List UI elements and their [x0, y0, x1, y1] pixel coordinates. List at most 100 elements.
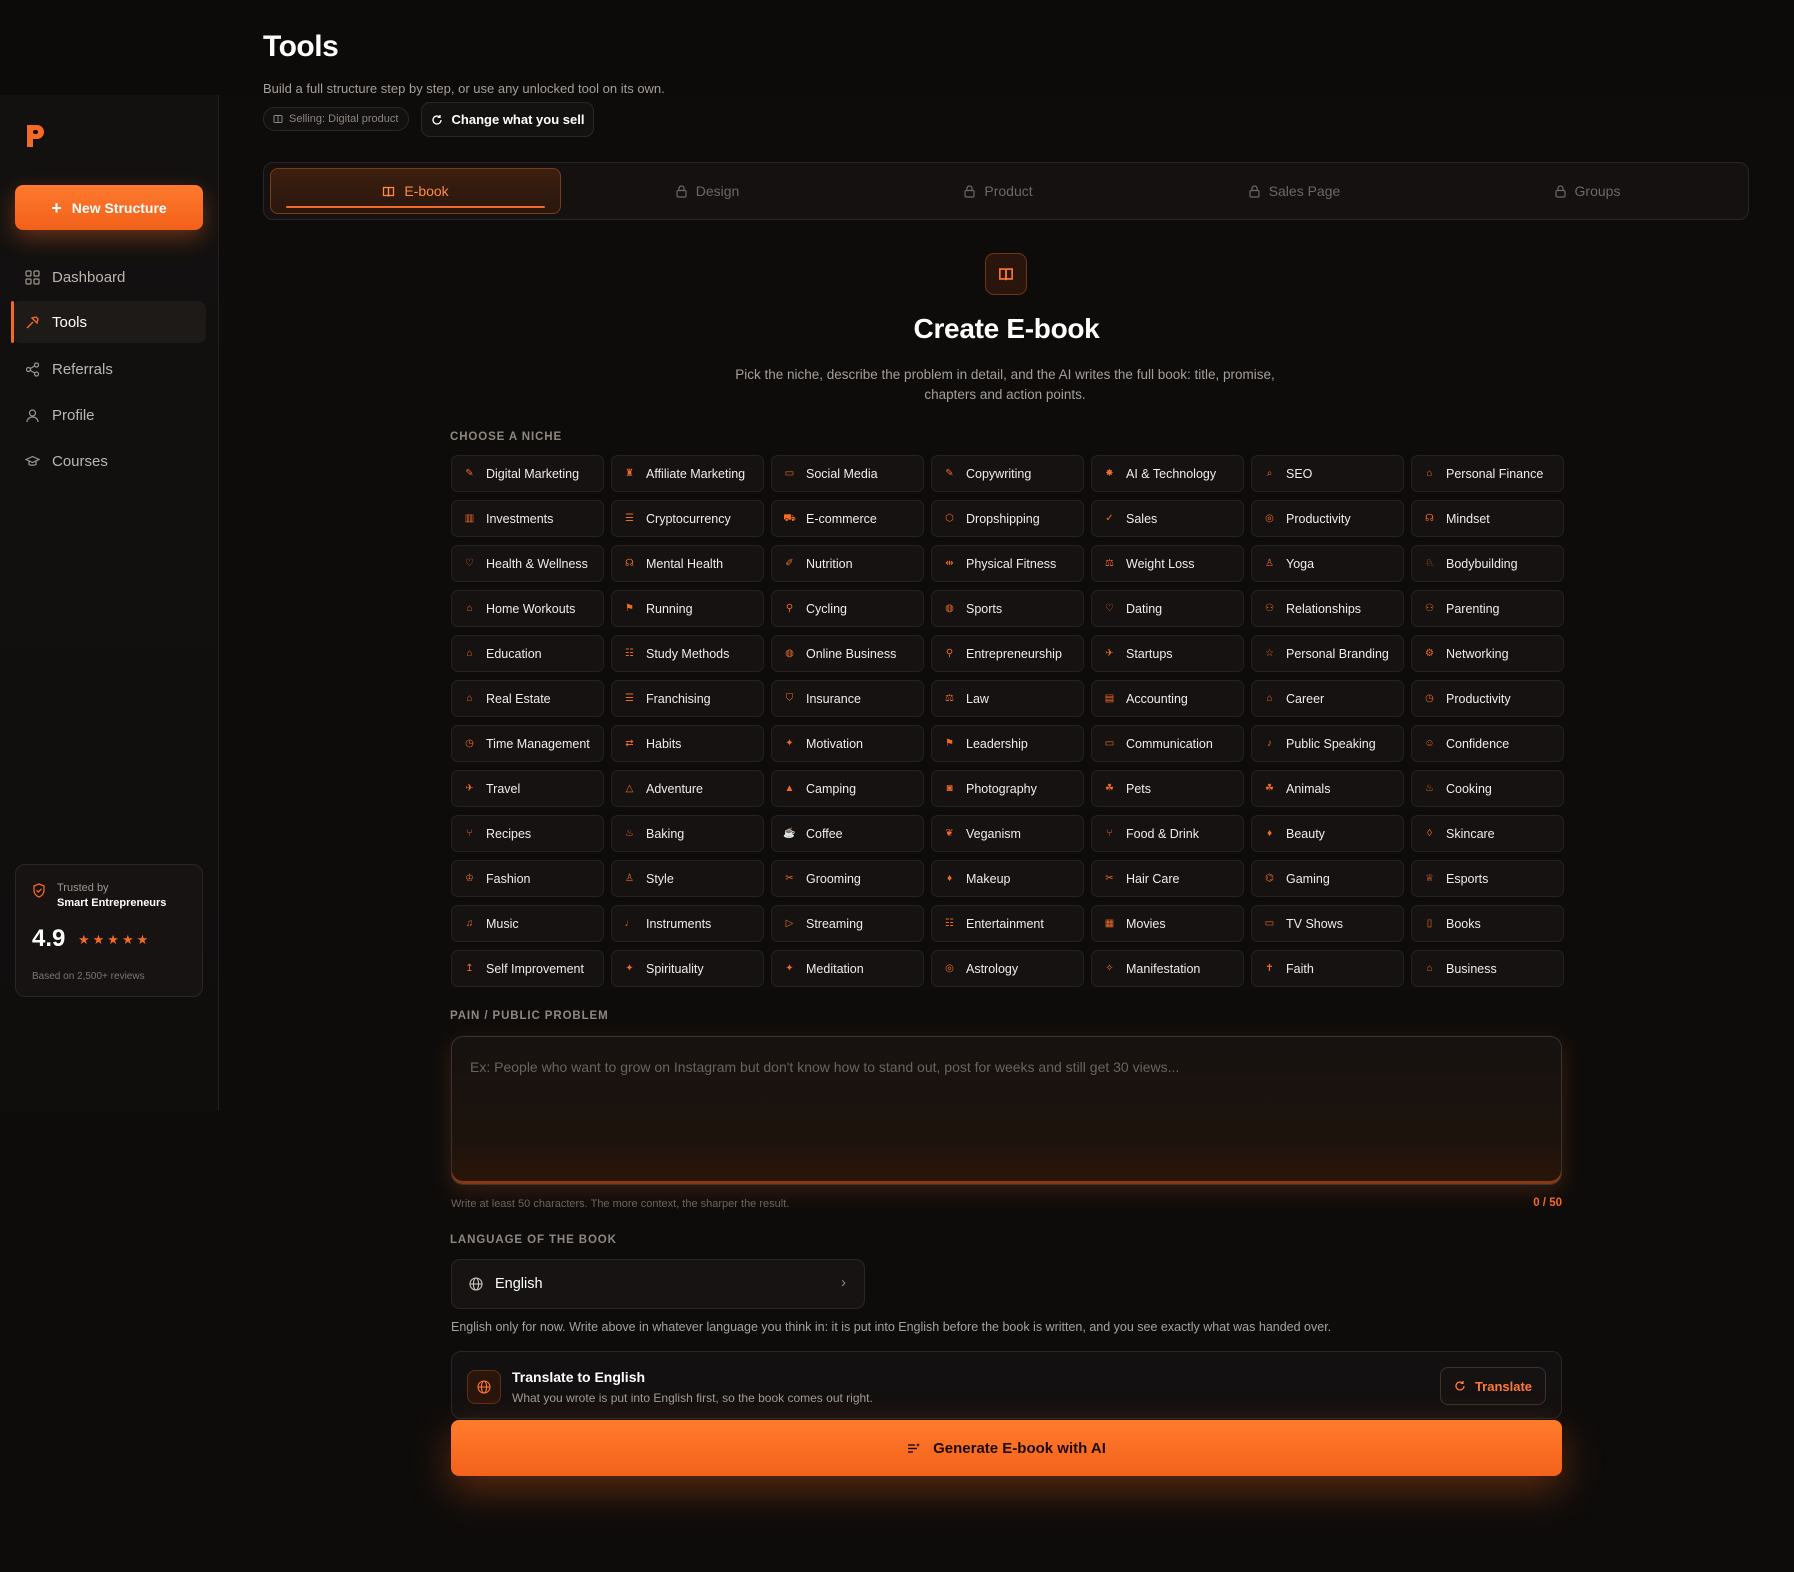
- niche-chip[interactable]: ✂ Hair Care: [1091, 860, 1244, 897]
- niche-chip[interactable]: ☰ Cryptocurrency: [611, 500, 764, 537]
- niche-chip[interactable]: ✎ Copywriting: [931, 455, 1084, 492]
- niche-chip[interactable]: ▥ Investments: [451, 500, 604, 537]
- niche-chip[interactable]: ♜ Affiliate Marketing: [611, 455, 764, 492]
- niche-chip[interactable]: ⌂ Career: [1251, 680, 1404, 717]
- niche-chip[interactable]: ⚑ Running: [611, 590, 764, 627]
- niche-chip[interactable]: ◊ Skincare: [1411, 815, 1564, 852]
- niche-chip[interactable]: ◷ Time Management: [451, 725, 604, 762]
- niche-chip[interactable]: ⚙ Networking: [1411, 635, 1564, 672]
- niche-chip[interactable]: ▤ Accounting: [1091, 680, 1244, 717]
- niche-chip[interactable]: ↥ Self Improvement: [451, 950, 604, 987]
- niche-chip[interactable]: ▦ Movies: [1091, 905, 1244, 942]
- niche-chip[interactable]: ◎ Astrology: [931, 950, 1084, 987]
- niche-chip[interactable]: ✦ Motivation: [771, 725, 924, 762]
- niche-chip[interactable]: ⬡ Dropshipping: [931, 500, 1084, 537]
- niche-chip[interactable]: ☘ Pets: [1091, 770, 1244, 807]
- logo[interactable]: [24, 123, 48, 149]
- language-select[interactable]: English ›: [451, 1259, 865, 1309]
- niche-chip[interactable]: ♡ Health & Wellness: [451, 545, 604, 582]
- niche-chip[interactable]: ⛟ E-commerce: [771, 500, 924, 537]
- niche-chip[interactable]: ☷ Entertainment: [931, 905, 1084, 942]
- niche-chip[interactable]: ♦ Beauty: [1251, 815, 1404, 852]
- change-what-you-sell-button[interactable]: Change what you sell: [421, 102, 594, 137]
- niche-chip[interactable]: ⑂ Recipes: [451, 815, 604, 852]
- niche-chip[interactable]: ✝ Faith: [1251, 950, 1404, 987]
- tab-sales-page[interactable]: Sales Page: [1149, 168, 1440, 214]
- niche-chip[interactable]: ⌕ SEO: [1251, 455, 1404, 492]
- niche-chip[interactable]: ◎ Productivity: [1251, 500, 1404, 537]
- niche-chip[interactable]: ♔ Fashion: [451, 860, 604, 897]
- niche-chip[interactable]: ♨ Cooking: [1411, 770, 1564, 807]
- sidebar-item-dashboard[interactable]: Dashboard: [12, 256, 206, 298]
- niche-chip[interactable]: ⌂ Real Estate: [451, 680, 604, 717]
- generate-ebook-button[interactable]: Generate E-book with AI: [451, 1420, 1562, 1476]
- niche-chip[interactable]: ✸ AI & Technology: [1091, 455, 1244, 492]
- sidebar-item-courses[interactable]: Courses: [12, 440, 206, 482]
- tab-groups[interactable]: Groups: [1442, 168, 1733, 214]
- niche-chip[interactable]: ⑂ Food & Drink: [1091, 815, 1244, 852]
- niche-chip[interactable]: ✧ Manifestation: [1091, 950, 1244, 987]
- niche-chip[interactable]: ♪ Public Speaking: [1251, 725, 1404, 762]
- niche-chip[interactable]: ♫ Music: [451, 905, 604, 942]
- niche-chip[interactable]: ♩ Instruments: [611, 905, 764, 942]
- tab-ebook[interactable]: E-book: [270, 168, 561, 214]
- niche-chip[interactable]: ⇹ Physical Fitness: [931, 545, 1084, 582]
- niche-chip[interactable]: ⌂ Business: [1411, 950, 1564, 987]
- niche-chip[interactable]: ⚖ Weight Loss: [1091, 545, 1244, 582]
- niche-chip[interactable]: ⌂ Education: [451, 635, 604, 672]
- niche-chip[interactable]: ⇄ Habits: [611, 725, 764, 762]
- niche-chip[interactable]: ☰ Franchising: [611, 680, 764, 717]
- niche-chip[interactable]: ⚑ Leadership: [931, 725, 1084, 762]
- niche-chip[interactable]: ⚇ Relationships: [1251, 590, 1404, 627]
- niche-chip[interactable]: ◍ Online Business: [771, 635, 924, 672]
- niche-chip[interactable]: ♨ Baking: [611, 815, 764, 852]
- translate-button[interactable]: Translate: [1440, 1367, 1546, 1405]
- niche-chip[interactable]: ♙ Yoga: [1251, 545, 1404, 582]
- niche-chip[interactable]: ⚲ Entrepreneurship: [931, 635, 1084, 672]
- niche-chip[interactable]: ☘ Animals: [1251, 770, 1404, 807]
- niche-chip[interactable]: ♘ Bodybuilding: [1411, 545, 1564, 582]
- tab-product[interactable]: Product: [853, 168, 1144, 214]
- niche-chip[interactable]: ▭ TV Shows: [1251, 905, 1404, 942]
- problem-textarea[interactable]: Ex: People who want to grow on Instagram…: [451, 1036, 1562, 1185]
- niche-chip[interactable]: ◙ Photography: [931, 770, 1084, 807]
- niche-chip[interactable]: △ Adventure: [611, 770, 764, 807]
- niche-chip[interactable]: ♕ Esports: [1411, 860, 1564, 897]
- niche-chip[interactable]: ✈ Travel: [451, 770, 604, 807]
- niche-chip[interactable]: ▷ Streaming: [771, 905, 924, 942]
- niche-chip[interactable]: ♡ Dating: [1091, 590, 1244, 627]
- niche-chip[interactable]: ☊ Mindset: [1411, 500, 1564, 537]
- niche-chip[interactable]: ✈ Startups: [1091, 635, 1244, 672]
- niche-chip[interactable]: ⚖ Law: [931, 680, 1084, 717]
- niche-chip[interactable]: ♦ Makeup: [931, 860, 1084, 897]
- niche-chip[interactable]: ✦ Spirituality: [611, 950, 764, 987]
- niche-chip[interactable]: ▲ Camping: [771, 770, 924, 807]
- niche-chip[interactable]: ▯ Books: [1411, 905, 1564, 942]
- niche-chip[interactable]: ⌂ Personal Finance: [1411, 455, 1564, 492]
- new-structure-button[interactable]: + New Structure: [15, 185, 203, 230]
- niche-chip[interactable]: ⚇ Parenting: [1411, 590, 1564, 627]
- niche-chip[interactable]: ✐ Nutrition: [771, 545, 924, 582]
- niche-chip[interactable]: ▭ Social Media: [771, 455, 924, 492]
- niche-chip[interactable]: ◷ Productivity: [1411, 680, 1564, 717]
- niche-chip[interactable]: ♙ Style: [611, 860, 764, 897]
- niche-chip[interactable]: ✎ Digital Marketing: [451, 455, 604, 492]
- niche-chip[interactable]: ☷ Study Methods: [611, 635, 764, 672]
- niche-chip[interactable]: ⚲ Cycling: [771, 590, 924, 627]
- sidebar-item-profile[interactable]: Profile: [12, 394, 206, 436]
- niche-chip[interactable]: ◍ Sports: [931, 590, 1084, 627]
- niche-chip[interactable]: ❦ Veganism: [931, 815, 1084, 852]
- niche-chip[interactable]: ☕ Coffee: [771, 815, 924, 852]
- niche-chip[interactable]: ☊ Mental Health: [611, 545, 764, 582]
- sidebar-item-tools[interactable]: Tools: [11, 301, 206, 343]
- sidebar-item-referrals[interactable]: Referrals: [12, 348, 206, 390]
- niche-chip[interactable]: ⌬ Gaming: [1251, 860, 1404, 897]
- niche-chip[interactable]: ☆ Personal Branding: [1251, 635, 1404, 672]
- niche-chip[interactable]: ⛉ Insurance: [771, 680, 924, 717]
- niche-chip[interactable]: ☺ Confidence: [1411, 725, 1564, 762]
- niche-chip[interactable]: ✦ Meditation: [771, 950, 924, 987]
- niche-chip[interactable]: ⌂ Home Workouts: [451, 590, 604, 627]
- niche-chip[interactable]: ✓ Sales: [1091, 500, 1244, 537]
- tab-design[interactable]: Design: [562, 168, 853, 214]
- niche-chip[interactable]: ▭ Communication: [1091, 725, 1244, 762]
